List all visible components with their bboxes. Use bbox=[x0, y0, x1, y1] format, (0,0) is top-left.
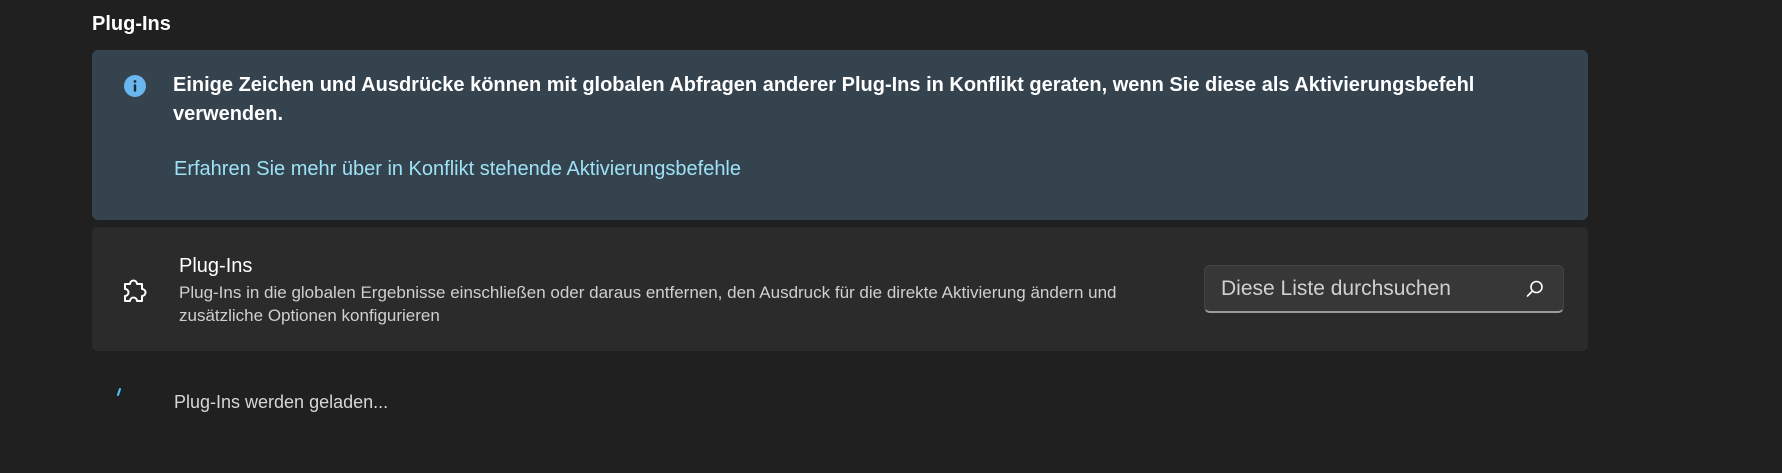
plugins-card: Plug-Ins Plug-Ins in die globalen Ergebn… bbox=[92, 227, 1588, 351]
info-message: Einige Zeichen und Ausdrücke können mit … bbox=[173, 74, 1475, 125]
plugin-search-input[interactable] bbox=[1205, 266, 1525, 311]
plugins-card-title: Plug-Ins bbox=[179, 255, 253, 277]
search-icon[interactable] bbox=[1525, 279, 1545, 299]
plugins-card-description: Plug-Ins in die globalen Ergebnisse eins… bbox=[179, 283, 1117, 325]
plugin-search-box[interactable] bbox=[1204, 265, 1564, 313]
settings-page: Plug-Ins Einige Zeichen und Ausdrücke kö… bbox=[0, 0, 1782, 473]
section-title: Plug-Ins bbox=[92, 13, 171, 35]
conflict-help-link[interactable]: Erfahren Sie mehr über in Konflikt stehe… bbox=[174, 155, 741, 183]
loading-status: Plug-Ins werden geladen... bbox=[174, 392, 389, 412]
info-bar: Einige Zeichen und Ausdrücke können mit … bbox=[92, 50, 1588, 220]
info-icon bbox=[124, 75, 146, 97]
puzzle-icon bbox=[119, 273, 151, 305]
spinner-icon bbox=[114, 386, 132, 404]
